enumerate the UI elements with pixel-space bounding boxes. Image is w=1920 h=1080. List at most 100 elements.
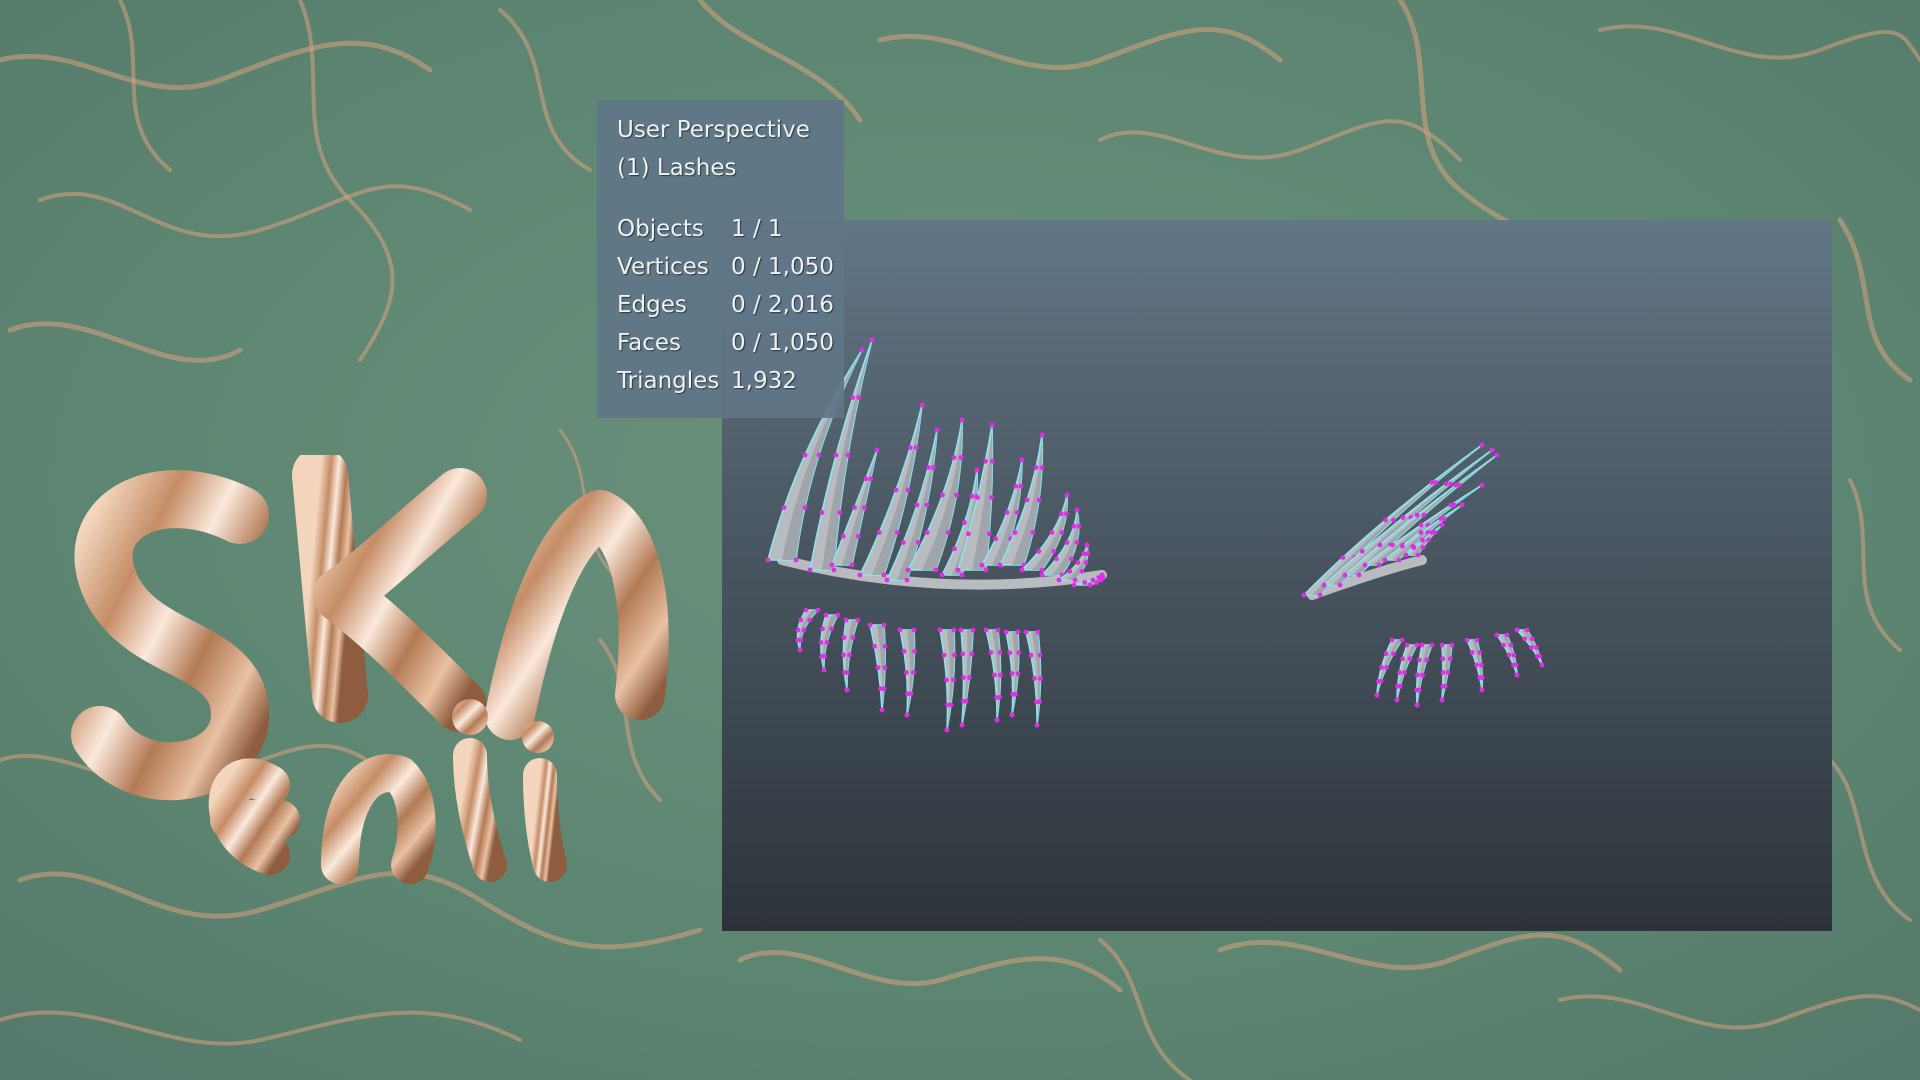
vertex-point[interactable] xyxy=(997,650,1003,655)
vertex-point[interactable] xyxy=(1036,548,1042,554)
vertex-point[interactable] xyxy=(983,567,989,573)
vertex-point[interactable] xyxy=(1087,582,1093,588)
vertex-point[interactable] xyxy=(850,395,856,400)
vertex-point[interactable] xyxy=(1016,650,1022,656)
vertex-point[interactable] xyxy=(897,627,903,633)
vertex-point[interactable] xyxy=(945,530,951,535)
vertex-point[interactable] xyxy=(901,648,907,654)
vertex-point[interactable] xyxy=(988,650,994,655)
vertex-point[interactable] xyxy=(905,487,911,493)
vertex-point[interactable] xyxy=(1402,670,1407,675)
vertex-point[interactable] xyxy=(1442,683,1448,689)
vertex-point[interactable] xyxy=(997,695,1002,700)
vertex-point[interactable] xyxy=(815,607,821,613)
vertex-point[interactable] xyxy=(843,617,849,623)
vertex-point[interactable] xyxy=(816,452,822,458)
vertex-point[interactable] xyxy=(1397,683,1403,689)
vertex-point[interactable] xyxy=(1056,577,1062,583)
vertex-point[interactable] xyxy=(1378,678,1384,684)
vertex-point[interactable] xyxy=(1440,656,1446,662)
vertex-point[interactable] xyxy=(1426,537,1431,543)
vertex-point[interactable] xyxy=(798,637,804,643)
vertex-point[interactable] xyxy=(924,530,930,535)
vertex-point[interactable] xyxy=(924,502,930,508)
vertex-point[interactable] xyxy=(1522,636,1528,642)
lower-lash-left[interactable] xyxy=(818,612,841,673)
vertex-point[interactable] xyxy=(975,495,980,500)
vertex-point[interactable] xyxy=(915,540,921,545)
lower-lash-left[interactable] xyxy=(795,607,821,653)
vertex-point[interactable] xyxy=(1036,497,1042,503)
vertex-point[interactable] xyxy=(989,422,995,428)
vertex-point[interactable] xyxy=(1064,540,1070,545)
vertex-point[interactable] xyxy=(1414,512,1420,518)
lower-lash-right[interactable] xyxy=(1439,642,1455,703)
vertex-point[interactable] xyxy=(992,672,997,678)
vertex-point[interactable] xyxy=(962,520,967,525)
vertex-point[interactable] xyxy=(1051,548,1057,554)
vertex-point[interactable] xyxy=(1513,662,1519,668)
vertex-point[interactable] xyxy=(855,533,861,539)
vertex-point[interactable] xyxy=(969,493,975,499)
vertex-point[interactable] xyxy=(1003,629,1009,635)
vertex-point[interactable] xyxy=(905,567,911,573)
lower-lash-right[interactable] xyxy=(1514,627,1545,668)
vertex-point[interactable] xyxy=(833,452,839,458)
vertex-point[interactable] xyxy=(1464,637,1470,643)
vertex-point[interactable] xyxy=(1394,697,1400,703)
vertex-point[interactable] xyxy=(1058,511,1064,517)
lower-lash-right[interactable] xyxy=(1414,642,1435,708)
vertex-point[interactable] xyxy=(1342,572,1348,578)
vertex-point[interactable] xyxy=(1037,652,1043,658)
vertex-point[interactable] xyxy=(1382,557,1388,563)
vertex-point[interactable] xyxy=(824,640,830,645)
vertex-point[interactable] xyxy=(1447,656,1453,662)
vertex-point[interactable] xyxy=(1384,665,1389,670)
vertex-point[interactable] xyxy=(1019,567,1025,573)
vertex-point[interactable] xyxy=(1474,637,1480,643)
vertex-point[interactable] xyxy=(862,505,867,510)
vertex-point[interactable] xyxy=(1033,465,1039,470)
vertex-point[interactable] xyxy=(1074,507,1080,513)
vertex-point[interactable] xyxy=(1035,629,1041,635)
vertex-point[interactable] xyxy=(1457,482,1462,488)
vertex-point[interactable] xyxy=(1414,702,1420,708)
vertex-point[interactable] xyxy=(1429,642,1435,648)
vertex-point[interactable] xyxy=(893,487,899,493)
vertex-point[interactable] xyxy=(951,627,957,633)
vertex-point[interactable] xyxy=(995,627,1001,633)
vertex-point[interactable] xyxy=(1391,517,1396,523)
vertex-point[interactable] xyxy=(1063,511,1069,517)
vertex-point[interactable] xyxy=(904,712,910,718)
vertex-point[interactable] xyxy=(937,627,943,633)
vertex-point[interactable] xyxy=(952,652,957,658)
vertex-point[interactable] xyxy=(868,476,874,482)
vertex-point[interactable] xyxy=(930,465,936,470)
vertex-point[interactable] xyxy=(875,665,881,670)
lower-lash-right[interactable] xyxy=(1464,637,1485,693)
vertex-point[interactable] xyxy=(1009,712,1015,718)
vertex-point[interactable] xyxy=(974,467,980,473)
vertex-point[interactable] xyxy=(1469,650,1475,655)
vertex-point[interactable] xyxy=(819,510,825,515)
vertex-point[interactable] xyxy=(1400,515,1406,520)
vertex-point[interactable] xyxy=(857,572,863,578)
vertex-point[interactable] xyxy=(958,627,964,633)
vertex-point[interactable] xyxy=(1479,675,1485,680)
vertex-point[interactable] xyxy=(879,707,885,713)
vertex-point[interactable] xyxy=(1317,592,1323,598)
vertex-point[interactable] xyxy=(1072,577,1078,583)
vertex-point[interactable] xyxy=(1411,545,1417,550)
vertex-point[interactable] xyxy=(998,672,1003,678)
vertex-point[interactable] xyxy=(1433,480,1439,485)
lower-lash-left[interactable] xyxy=(1003,629,1022,718)
vertex-point[interactable] xyxy=(959,417,965,423)
vertex-point[interactable] xyxy=(904,577,910,583)
vertex-point[interactable] xyxy=(841,635,847,640)
vertex-point[interactable] xyxy=(925,465,931,470)
vertex-point[interactable] xyxy=(933,567,939,573)
vertex-point[interactable] xyxy=(951,455,957,460)
vertex-point[interactable] xyxy=(1359,548,1365,554)
vertex-point[interactable] xyxy=(944,677,949,683)
vertex-point[interactable] xyxy=(1451,502,1457,508)
